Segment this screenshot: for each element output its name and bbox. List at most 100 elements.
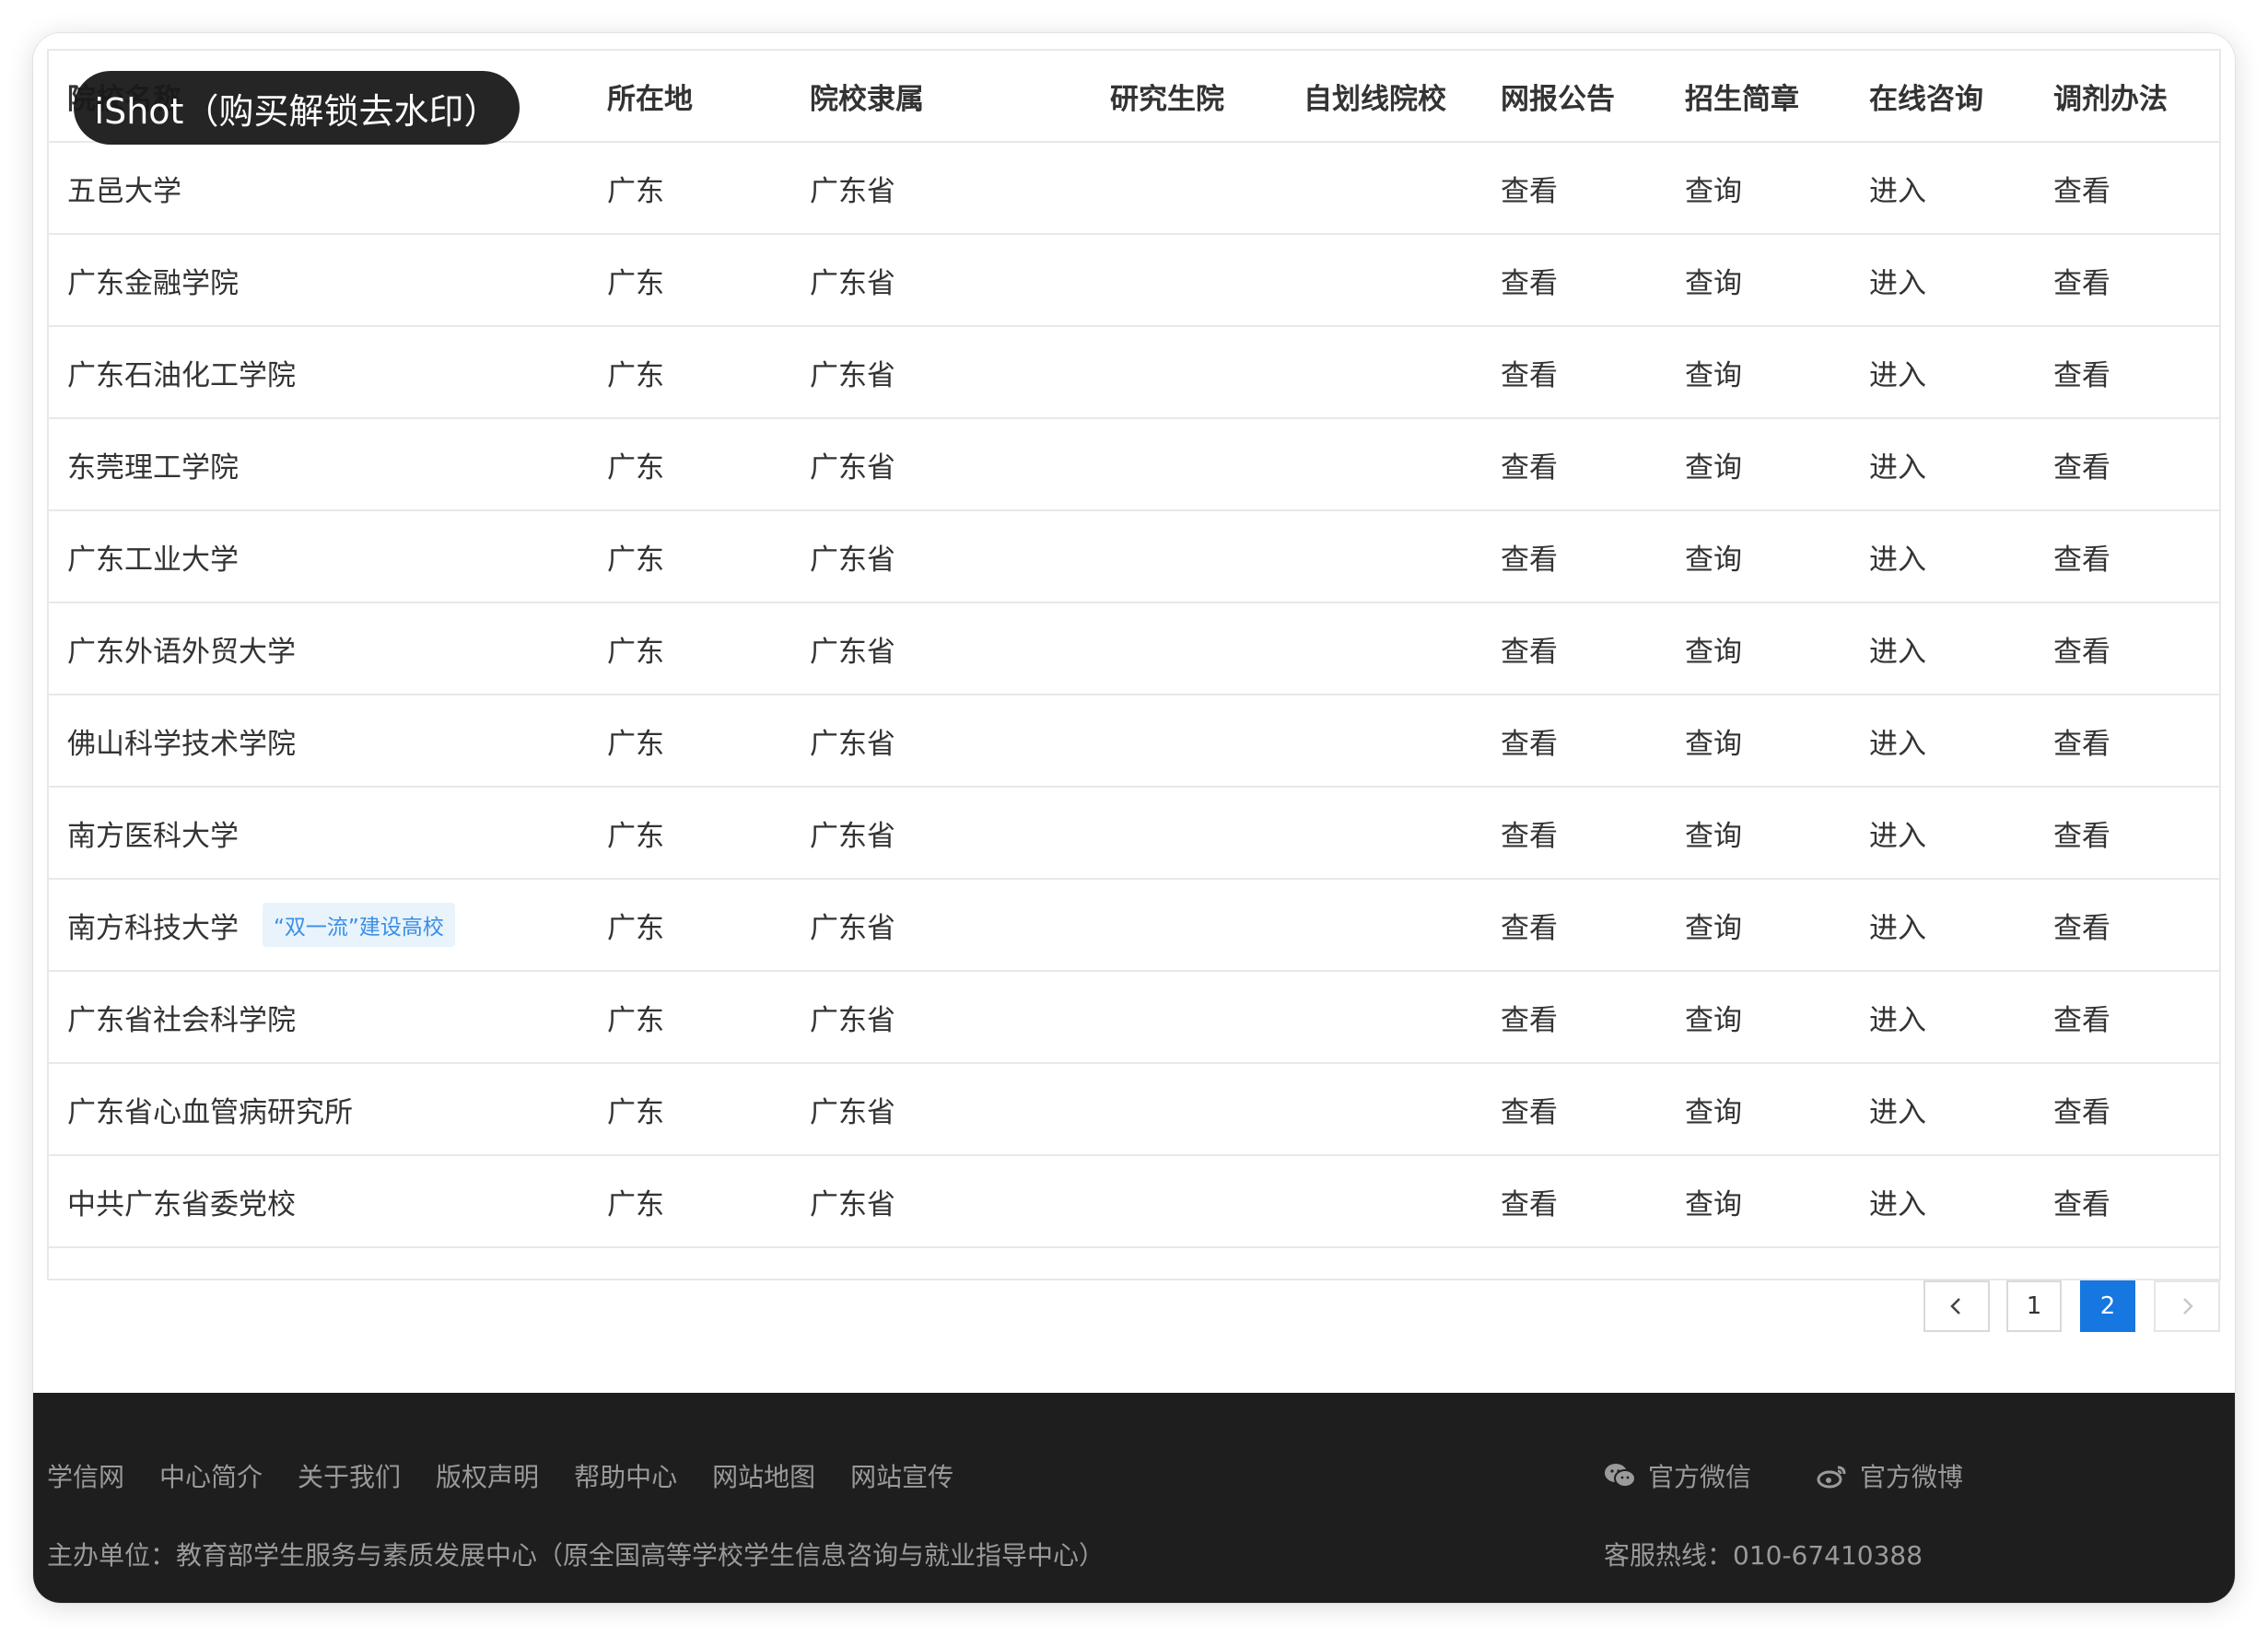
notice-link[interactable]: 查看 [1501,1156,1558,1246]
adjust-link[interactable]: 查看 [2053,788,2110,878]
cell-affiliation: 广东省 [810,266,895,300]
adjust-link[interactable]: 查看 [2053,880,2110,970]
next-page-button[interactable] [2154,1280,2220,1332]
wechat-label: 官方微信 [1648,1462,1752,1492]
brochure-link[interactable]: 查询 [1685,327,1742,417]
cell-school-name: 中共广东省委党校 [67,1156,296,1246]
footer-link-sitemap[interactable]: 网站地图 [712,1457,815,1494]
brochure-link[interactable]: 查询 [1685,511,1742,602]
school-name-link[interactable]: 五邑大学 [67,168,181,209]
footer-link-about-center[interactable]: 中心简介 [159,1457,263,1494]
brochure-link[interactable]: 查询 [1685,880,1742,970]
weibo-link[interactable]: 官方微博 [1816,1457,1963,1494]
school-name-link[interactable]: 东莞理工学院 [67,444,239,485]
cell-location: 广东 [607,819,664,853]
header-self-line: 自划线院校 [1304,82,1446,116]
cell-school-name: 广东金融学院 [67,235,239,325]
brochure-link[interactable]: 查询 [1685,1156,1742,1246]
school-name-link[interactable]: 广东石油化工学院 [67,352,296,393]
notice-link[interactable]: 查看 [1501,1064,1558,1154]
school-name-link[interactable]: 佛山科学技术学院 [67,720,296,762]
school-name-link[interactable]: 广东外语外贸大学 [67,628,296,670]
consult-link[interactable]: 进入 [1869,511,1926,602]
wechat-link[interactable]: 官方微信 [1604,1457,1751,1494]
prev-page-button[interactable] [1923,1280,1990,1332]
cell-affiliation: 广东省 [810,635,895,669]
cell-affiliation: 广东省 [810,911,895,945]
table-row: 广东外语外贸大学 广东 广东省 查看 查询 进入 查看 [49,603,2219,695]
consult-link[interactable]: 进入 [1869,143,1926,233]
adjust-link[interactable]: 查看 [2053,1156,2110,1246]
cell-location: 广东 [607,1003,664,1037]
adjust-link[interactable]: 查看 [2053,1064,2110,1154]
brochure-link[interactable]: 查询 [1685,1064,1742,1154]
cell-location: 广东 [607,450,664,485]
notice-link[interactable]: 查看 [1501,327,1558,417]
adjust-link[interactable]: 查看 [2053,419,2110,509]
adjust-link[interactable]: 查看 [2053,511,2110,602]
header-notice: 网报公告 [1501,82,1615,116]
page-button-1[interactable]: 1 [2006,1280,2062,1332]
brochure-link[interactable]: 查询 [1685,143,1742,233]
cell-location: 广东 [607,266,664,300]
consult-link[interactable]: 进入 [1869,972,1926,1062]
brochure-link[interactable]: 查询 [1685,972,1742,1062]
consult-link[interactable]: 进入 [1869,880,1926,970]
cell-school-name: 五邑大学 [67,143,181,233]
notice-link[interactable]: 查看 [1501,972,1558,1062]
consult-link[interactable]: 进入 [1869,1156,1926,1246]
adjust-link[interactable]: 查看 [2053,327,2110,417]
footer-link-promo[interactable]: 网站宣传 [850,1457,953,1494]
cell-school-name: 广东省社会科学院 [67,972,296,1062]
notice-link[interactable]: 查看 [1501,788,1558,878]
school-name-link[interactable]: 广东工业大学 [67,536,239,578]
school-name-link[interactable]: 广东省社会科学院 [67,997,296,1038]
school-name-link[interactable]: 中共广东省委党校 [67,1181,296,1222]
brochure-link[interactable]: 查询 [1685,603,1742,694]
notice-link[interactable]: 查看 [1501,235,1558,325]
header-grad-school: 研究生院 [1110,82,1224,116]
school-name-link[interactable]: 广东金融学院 [67,260,239,301]
notice-link[interactable]: 查看 [1501,143,1558,233]
weibo-label: 官方微博 [1860,1462,1964,1492]
adjust-link[interactable]: 查看 [2053,603,2110,694]
cell-location: 广东 [607,358,664,392]
consult-link[interactable]: 进入 [1869,603,1926,694]
chevron-left-icon [1950,1298,1960,1315]
brochure-link[interactable]: 查询 [1685,419,1742,509]
notice-link[interactable]: 查看 [1501,511,1558,602]
cell-location: 广东 [607,727,664,761]
school-name-link[interactable]: 广东省心血管病研究所 [67,1089,353,1130]
notice-link[interactable]: 查看 [1501,419,1558,509]
cell-school-name: 广东石油化工学院 [67,327,296,417]
cell-affiliation: 广东省 [810,819,895,853]
footer-link-copyright[interactable]: 版权声明 [436,1457,539,1494]
footer-link-chsi[interactable]: 学信网 [47,1457,124,1494]
table-row: 南方科技大学 “双一流”建设高校 广东 广东省 查看 查询 进入 查看 [49,880,2219,972]
adjust-link[interactable]: 查看 [2053,143,2110,233]
consult-link[interactable]: 进入 [1869,419,1926,509]
footer-link-about-us[interactable]: 关于我们 [298,1457,401,1494]
adjust-link[interactable]: 查看 [2053,235,2110,325]
cell-location: 广东 [607,635,664,669]
school-name-link[interactable]: 南方医科大学 [67,812,239,854]
notice-link[interactable]: 查看 [1501,603,1558,694]
header-location: 所在地 [607,82,693,116]
school-name-link[interactable]: 南方科技大学 [67,905,239,946]
ishot-watermark: iShot（购买解锁去水印） [74,71,520,145]
cell-location: 广东 [607,911,664,945]
page-button-2[interactable]: 2 [2080,1280,2135,1332]
brochure-link[interactable]: 查询 [1685,695,1742,786]
consult-link[interactable]: 进入 [1869,235,1926,325]
consult-link[interactable]: 进入 [1869,1064,1926,1154]
footer-link-help[interactable]: 帮助中心 [574,1457,677,1494]
brochure-link[interactable]: 查询 [1685,235,1742,325]
consult-link[interactable]: 进入 [1869,327,1926,417]
notice-link[interactable]: 查看 [1501,695,1558,786]
notice-link[interactable]: 查看 [1501,880,1558,970]
adjust-link[interactable]: 查看 [2053,695,2110,786]
consult-link[interactable]: 进入 [1869,788,1926,878]
adjust-link[interactable]: 查看 [2053,972,2110,1062]
consult-link[interactable]: 进入 [1869,695,1926,786]
brochure-link[interactable]: 查询 [1685,788,1742,878]
